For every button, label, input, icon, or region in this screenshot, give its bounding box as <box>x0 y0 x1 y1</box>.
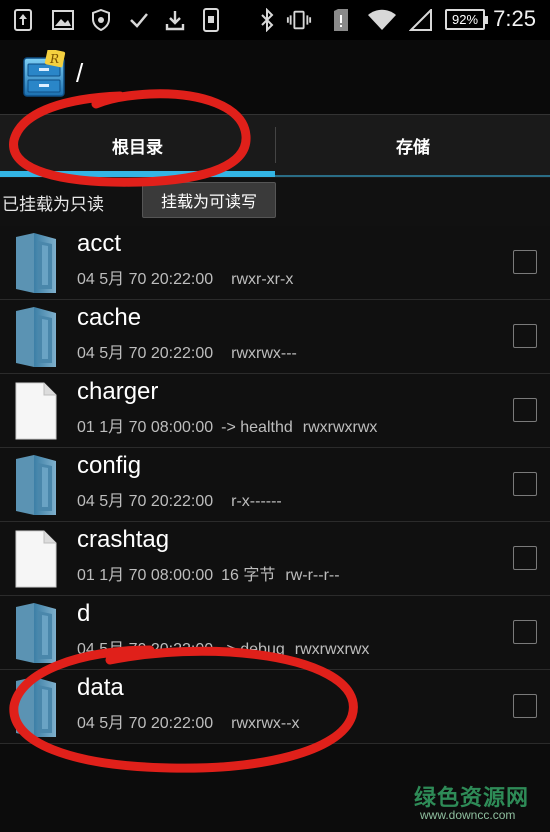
file-date: 04 5月 70 20:22:00 <box>77 271 214 288</box>
signal-icon <box>408 8 434 32</box>
folder-icon <box>12 453 60 517</box>
file-date: 04 5月 70 20:22:00 <box>77 641 214 658</box>
file-name: d <box>77 600 91 627</box>
file-row[interactable]: acct 04 5月 70 20:22:00 rwxr-xr-x <box>0 226 550 300</box>
watermark-url: www.downcc.com <box>420 808 516 822</box>
sim-icon <box>328 8 354 32</box>
folder-icon <box>12 231 60 295</box>
folder-icon <box>12 305 60 369</box>
file-row[interactable]: cache 04 5月 70 20:22:00 rwxrwx--- <box>0 300 550 374</box>
file-name: config <box>77 452 142 479</box>
check-icon <box>126 8 152 32</box>
tab-bar: 根目录 存储 <box>0 114 550 178</box>
file-date: 01 1月 70 08:00:00 <box>77 419 214 436</box>
folder-icon <box>12 601 60 665</box>
file-row[interactable]: charger 01 1月 70 08:00:00 -> healthd rwxrwx… <box>0 374 550 448</box>
file-row[interactable]: d 04 5月 70 20:22:00 -> debug rwxrwxrwx <box>0 596 550 670</box>
select-checkbox[interactable] <box>513 250 537 274</box>
tab-active-indicator <box>0 171 275 177</box>
mount-status-text: 已挂载为只读 <box>2 195 104 215</box>
tab-root-directory[interactable]: 根目录 <box>0 115 275 175</box>
file-extra: 16 字节 <box>221 567 276 584</box>
image-icon <box>50 8 76 32</box>
mount-read-write-button[interactable]: 挂载为可读写 <box>142 182 276 218</box>
download-icon <box>162 8 188 32</box>
file-date: 01 1月 70 08:00:00 <box>77 567 214 584</box>
file-row[interactable]: crashtag 01 1月 70 08:00:00 16 字节 rw-r--r-- <box>0 522 550 596</box>
file-name: crashtag <box>77 526 170 553</box>
file-name: acct <box>77 230 122 257</box>
tab-storage[interactable]: 存储 <box>276 115 550 175</box>
file-permissions: rwxrwx--x <box>231 715 300 732</box>
file-extra: -> debug <box>221 641 285 658</box>
file-date: 04 5月 70 20:22:00 <box>77 493 214 510</box>
bluetooth-icon <box>254 8 280 32</box>
file-meta: 01 1月 70 08:00:00 16 字节 rw-r--r-- <box>77 561 340 585</box>
battery-indicator: 92% <box>445 9 488 30</box>
select-checkbox[interactable] <box>513 694 537 718</box>
file-permissions: r-x------ <box>231 493 282 510</box>
file-meta: 04 5月 70 20:22:00 r-x------ <box>77 487 282 511</box>
file-date: 04 5月 70 20:22:00 <box>77 715 214 732</box>
file-meta: 04 5月 70 20:22:00 -> debug rwxrwxrwx <box>77 635 369 659</box>
file-extra: -> healthd <box>221 419 293 436</box>
root-explorer-icon[interactable]: R <box>22 48 66 98</box>
select-checkbox[interactable] <box>513 324 537 348</box>
vibrate-icon <box>286 8 312 32</box>
select-checkbox[interactable] <box>513 398 537 422</box>
file-meta: 04 5月 70 20:22:00 rwxrwx--- <box>77 339 297 363</box>
file-meta: 04 5月 70 20:22:00 rwxrwx--x <box>77 709 300 733</box>
file-date: 04 5月 70 20:22:00 <box>77 345 214 362</box>
phone-icon <box>198 8 224 32</box>
file-meta: 04 5月 70 20:22:00 rwxr-xr-x <box>77 265 293 289</box>
file-meta: 01 1月 70 08:00:00 -> healthd rwxrwxrwx <box>77 413 377 437</box>
file-name: cache <box>77 304 142 331</box>
file-icon <box>12 379 60 443</box>
file-permissions: rw-r--r-- <box>285 567 340 584</box>
svg-text:R: R <box>49 52 59 66</box>
status-bar: 92% 7:25 <box>0 0 550 40</box>
select-checkbox[interactable] <box>513 546 537 570</box>
shield-icon <box>88 8 114 32</box>
file-row[interactable]: data 04 5月 70 20:22:00 rwxrwx--x <box>0 670 550 744</box>
select-checkbox[interactable] <box>513 620 537 644</box>
wifi-icon <box>366 8 398 32</box>
file-name: data <box>77 674 124 701</box>
file-permissions: rwxrwxrwx <box>294 641 370 658</box>
file-permissions: rwxr-xr-x <box>231 271 294 288</box>
folder-icon <box>12 675 60 739</box>
file-permissions: rwxrwxrwx <box>302 419 378 436</box>
select-checkbox[interactable] <box>513 472 537 496</box>
upload-icon <box>10 8 36 32</box>
current-path: / <box>76 58 84 88</box>
file-row[interactable]: config 04 5月 70 20:22:00 r-x------ <box>0 448 550 522</box>
file-icon <box>12 527 60 591</box>
title-bar: R / <box>0 40 550 114</box>
clock: 7:25 <box>493 6 536 31</box>
file-name: charger <box>77 378 159 405</box>
mount-bar: 已挂载为只读 挂载为可读写 <box>0 178 550 226</box>
file-permissions: rwxrwx--- <box>231 345 297 362</box>
